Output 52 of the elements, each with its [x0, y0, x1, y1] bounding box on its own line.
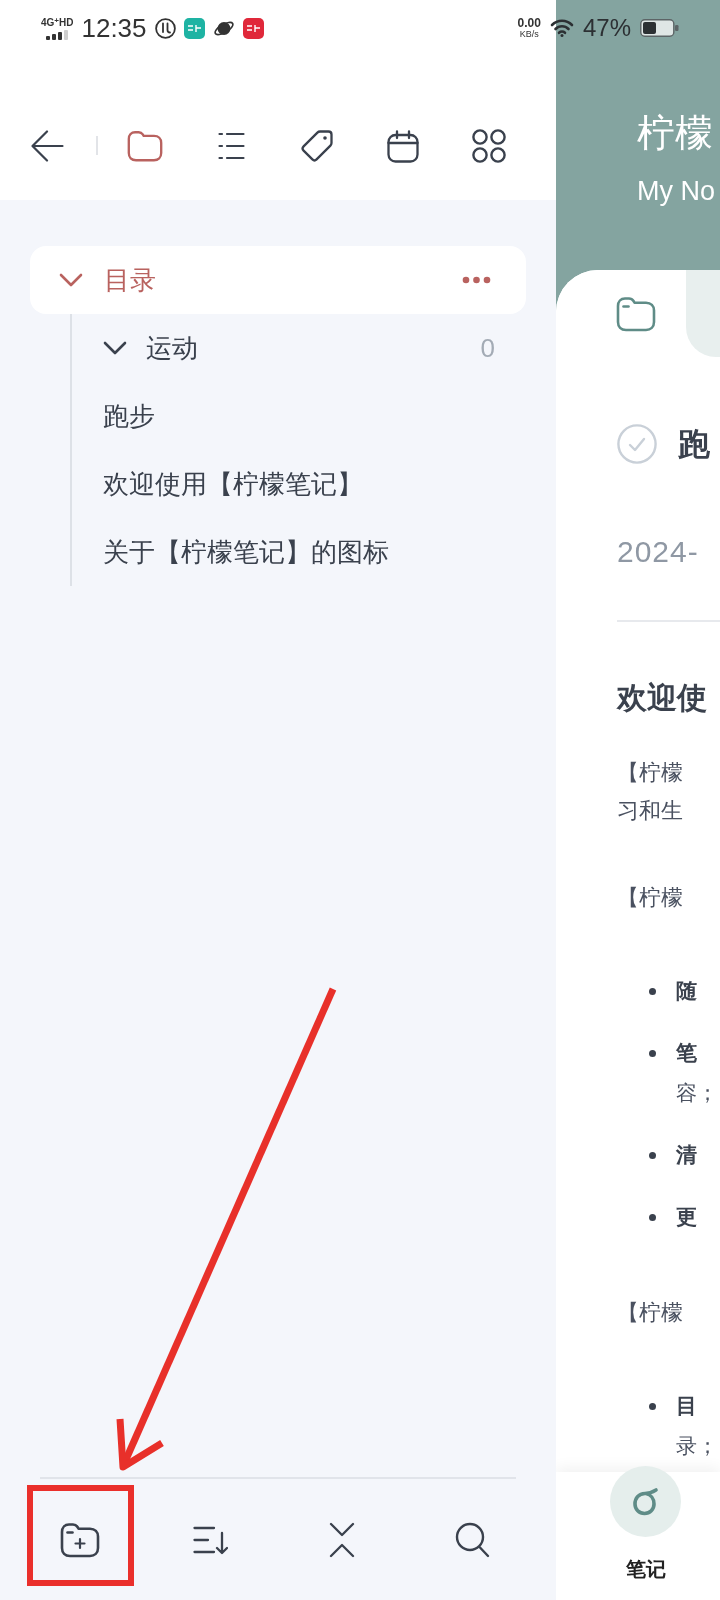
battery-percent: 47%	[582, 14, 631, 42]
app-icon	[183, 17, 205, 39]
note-row[interactable]: 欢迎使用【柠檬笔记】	[72, 450, 526, 518]
note-row[interactable]: 跑步	[72, 382, 526, 450]
chevron-down-icon[interactable]	[103, 341, 127, 355]
search-icon[interactable]	[455, 1521, 490, 1558]
note-title: 跑	[678, 425, 710, 464]
paragraph-text: 【柠檬	[617, 884, 683, 912]
bullet-text: 更	[676, 1204, 697, 1230]
folder-icon[interactable]	[127, 130, 163, 162]
battery-icon	[640, 19, 679, 37]
sigma-logo-icon[interactable]	[610, 1466, 681, 1537]
signal-icon	[45, 29, 69, 40]
bullet-text: 目 录；	[676, 1393, 718, 1459]
app-title: 柠檬	[637, 111, 714, 155]
network-speed: 0.00	[517, 17, 541, 29]
bullet-text: 清	[676, 1142, 697, 1168]
wifi-icon	[549, 19, 574, 37]
folder-plus-icon[interactable]	[59, 1521, 100, 1558]
app-icon	[242, 17, 264, 39]
list-icon[interactable]	[217, 132, 245, 160]
speed-unit: KB/s	[519, 29, 539, 39]
bullet-icon	[649, 987, 656, 995]
bullet-icon	[649, 1402, 656, 1410]
paragraph-text: 【柠檬	[617, 1299, 683, 1327]
note-row[interactable]: 关于【柠檬笔记】的图标	[72, 518, 526, 586]
bullet-icon	[649, 1151, 656, 1159]
folder-row[interactable]: 运动 0	[72, 314, 526, 382]
bullet-text: 笔 容；	[676, 1040, 718, 1106]
circle-logo-icon	[154, 17, 176, 39]
folder-icon[interactable]	[616, 295, 656, 332]
note-date: 2024-	[617, 534, 699, 570]
check-circle-icon[interactable]	[617, 424, 657, 464]
lines-arrow-down-icon[interactable]	[193, 1524, 228, 1555]
bullet-icon	[649, 1049, 656, 1057]
note-heading: 欢迎使	[617, 680, 707, 716]
network-type: 4G$^{+}$HD	[41, 16, 74, 28]
tag-icon[interactable]	[300, 129, 334, 163]
bullet-text: 随	[676, 978, 697, 1004]
chevron-down-icon[interactable]	[59, 273, 83, 287]
bullet-icon	[649, 1213, 656, 1221]
calendar-icon[interactable]	[387, 129, 419, 163]
status-time: 12:35	[81, 13, 147, 43]
paragraph-text: 【柠檬 习和生	[617, 759, 683, 825]
arrow-left-icon[interactable]	[31, 130, 64, 162]
more-icon[interactable]	[462, 276, 491, 284]
grid-icon[interactable]	[472, 129, 506, 163]
app-subtitle: My No	[637, 175, 716, 208]
chevrons-inward-icon[interactable]	[328, 1521, 355, 1558]
notes-nav-button[interactable]: 笔记	[610, 1466, 681, 1581]
item-count: 0	[480, 332, 495, 364]
folder-row[interactable]: 目录	[30, 246, 526, 314]
